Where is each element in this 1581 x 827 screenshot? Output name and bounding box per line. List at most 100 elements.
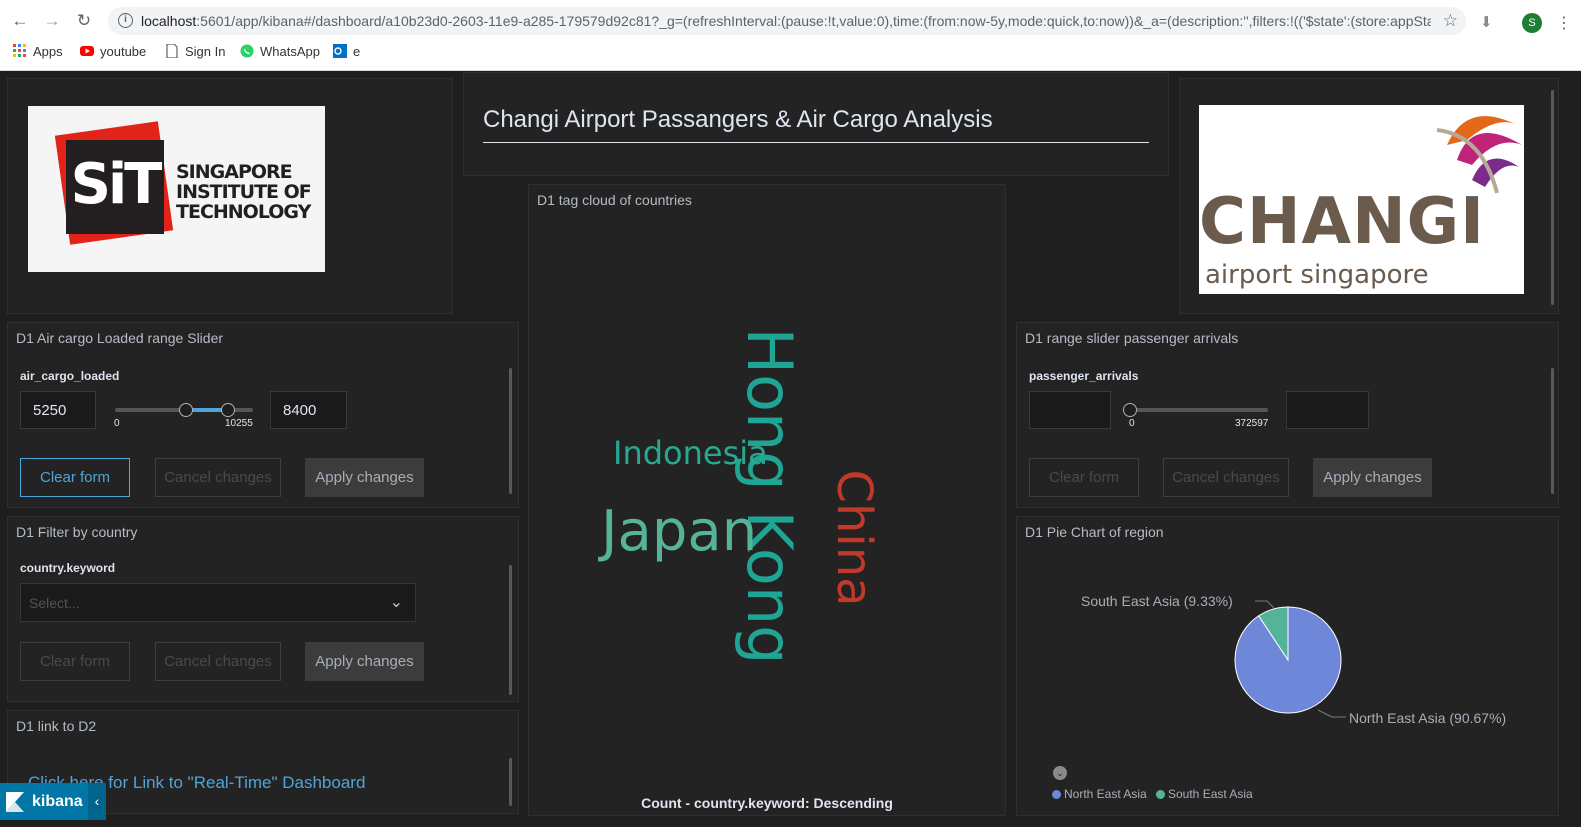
cargo-range-min-tick: 0	[114, 418, 120, 429]
address-bar[interactable]: i localhost:5601/app/kibana#/dashboard/a…	[108, 7, 1466, 35]
tag-cloud-word-indonesia[interactable]: Indonesia	[613, 437, 768, 469]
sit-logo: SiT SINGAPORE INSTITUTE OF TECHNOLOGY	[28, 106, 325, 272]
cargo-cancel-changes-button[interactable]: Cancel changes	[155, 458, 281, 497]
cargo-slider-min-handle[interactable]	[178, 403, 193, 417]
panel-title: D1 Filter by country	[16, 524, 138, 540]
pie-leader-line-north-east-asia	[1317, 709, 1346, 718]
cargo-apply-changes-button[interactable]: Apply changes	[305, 458, 424, 497]
address-row: ← → ↻ i localhost:5601/app/kibana#/dashb…	[0, 4, 1581, 38]
dashboard-title: Changi Airport Passangers & Air Cargo An…	[483, 106, 993, 133]
legend-item-north-east-asia[interactable]: North East Asia	[1052, 787, 1147, 801]
info-icon[interactable]: i	[118, 13, 133, 28]
country-select[interactable]: Select... ⌄	[20, 583, 416, 622]
sit-logo-mark: SiT	[70, 152, 163, 217]
arrivals-cancel-changes-button[interactable]: Cancel changes	[1163, 458, 1289, 497]
cargo-slider-max-handle[interactable]	[221, 403, 236, 417]
sit-logo-wordmark: SINGAPORE INSTITUTE OF TECHNOLOGY	[176, 161, 312, 223]
bookmark-star-icon[interactable]: ☆	[1443, 11, 1458, 31]
title-underline	[483, 142, 1149, 143]
kibana-logo-icon	[6, 792, 24, 812]
changi-subtitle: airport singapore	[1205, 260, 1429, 290]
panel-scrollbar[interactable]	[1551, 368, 1554, 494]
changi-wordmark: CHANGI	[1199, 185, 1485, 259]
sit-logo-line: TECHNOLOGY	[176, 201, 311, 223]
chevron-down-icon[interactable]: ⌄	[390, 592, 403, 612]
arrivals-clear-form-button[interactable]: Clear form	[1029, 458, 1139, 497]
arrivals-apply-changes-button[interactable]: Apply changes	[1313, 458, 1432, 497]
pie-leader-line-south-east-asia	[1255, 600, 1275, 609]
arrivals-min-input[interactable]	[1029, 391, 1111, 429]
cargo-range-max-tick: 10255	[225, 418, 253, 429]
bookmark-youtube[interactable]: youtube	[80, 44, 146, 59]
bookmark-apps[interactable]: Apps	[13, 44, 63, 59]
pie-label-south-east-asia: South East Asia (9.33%)	[1081, 593, 1233, 609]
url-path: :5601/app/kibana#/dashboard/a10b23d0-260…	[196, 13, 1431, 29]
country-select-placeholder: Select...	[29, 595, 80, 611]
legend-dot	[1156, 790, 1165, 799]
legend-item-south-east-asia[interactable]: South East Asia	[1156, 787, 1253, 801]
profile-avatar[interactable]: S	[1522, 13, 1542, 33]
bookmarks-bar: Apps youtube Sign In WhatsApp e	[0, 42, 1581, 64]
outlook-icon	[333, 44, 347, 58]
panel-title: D1 tag cloud of countries	[537, 192, 692, 208]
bookmark-whatsapp[interactable]: WhatsApp	[240, 44, 320, 59]
panel-title: D1 link to D2	[16, 718, 97, 734]
url-host: localhost	[141, 13, 197, 29]
kibana-label: kibana	[32, 793, 83, 810]
sit-logo-line: SINGAPORE	[176, 161, 293, 183]
panel-scrollbar[interactable]	[1551, 90, 1554, 305]
legend-label: South East Asia	[1168, 787, 1253, 801]
arrivals-range-max-tick: 372597	[1235, 418, 1269, 429]
country-cancel-changes-button[interactable]: Cancel changes	[155, 642, 281, 681]
tag-cloud-word-hong-kong[interactable]: Hong Kong	[733, 326, 806, 666]
pie-label-north-east-asia: North East Asia (90.67%)	[1349, 710, 1507, 726]
panel-scrollbar[interactable]	[509, 565, 512, 695]
country-field-label: country.keyword	[20, 561, 116, 575]
cargo-min-input[interactable]: 5250	[20, 391, 96, 429]
tag-cloud-footer: Count - country.keyword: Descending	[641, 795, 893, 811]
cargo-field-label: air_cargo_loaded	[20, 369, 120, 383]
whatsapp-icon	[240, 44, 254, 58]
pie-chart	[1234, 600, 1346, 718]
panel-title: D1 Air cargo Loaded range Slider	[16, 330, 224, 346]
bookmark-signin[interactable]: Sign In	[165, 43, 226, 59]
arrivals-field-label: passenger_arrivals	[1029, 369, 1139, 383]
page-icon	[165, 43, 179, 59]
bookmark-outlook[interactable]: e	[333, 44, 360, 59]
download-icon[interactable]: ⬇	[1480, 13, 1493, 31]
legend-toggle-icon[interactable]: ⌄	[1053, 766, 1067, 780]
panel-scrollbar[interactable]	[509, 758, 512, 806]
tag-cloud-word-japan[interactable]: Japan	[601, 504, 757, 560]
tag-cloud-word-china[interactable]: China	[826, 458, 882, 618]
changi-orchid-icon	[1436, 116, 1522, 194]
changi-logo: CHANGI airport singapore	[1199, 105, 1524, 294]
panel-title: D1 Pie Chart of region	[1025, 524, 1164, 540]
apps-grid-icon	[13, 44, 27, 58]
bookmark-label: youtube	[100, 44, 147, 59]
legend-label: North East Asia	[1064, 787, 1147, 801]
cargo-max-input[interactable]: 8400	[270, 391, 347, 429]
menu-icon[interactable]: ⋮	[1556, 13, 1572, 33]
bookmark-label: e	[353, 44, 361, 59]
bookmark-label: Sign In	[185, 44, 226, 59]
arrivals-max-input[interactable]	[1286, 391, 1369, 429]
back-icon[interactable]: ←	[9, 10, 31, 32]
reload-icon[interactable]: ↻	[73, 10, 95, 32]
sit-logo-line: INSTITUTE OF	[176, 181, 312, 203]
youtube-icon	[80, 44, 94, 58]
bookmark-label: WhatsApp	[260, 44, 320, 59]
country-apply-changes-button[interactable]: Apply changes	[305, 642, 424, 681]
bookmark-label: Apps	[33, 44, 63, 59]
arrivals-slider-track[interactable]	[1130, 408, 1268, 412]
url-text[interactable]: localhost:5601/app/kibana#/dashboard/a10…	[141, 13, 1431, 29]
browser-chrome: ← → ↻ i localhost:5601/app/kibana#/dashb…	[0, 0, 1581, 71]
panel-scrollbar[interactable]	[509, 368, 512, 494]
collapse-nav-icon[interactable]: ‹	[88, 783, 106, 820]
panel-title: D1 range slider passenger arrivals	[1025, 330, 1239, 346]
cargo-clear-form-button[interactable]: Clear form	[20, 458, 130, 497]
kibana-nav-badge[interactable]: kibana ‹	[0, 783, 106, 820]
forward-icon[interactable]: →	[41, 10, 63, 32]
arrivals-slider-min-handle[interactable]	[1123, 403, 1137, 417]
legend-dot	[1052, 790, 1061, 799]
country-clear-form-button[interactable]: Clear form	[20, 642, 130, 681]
